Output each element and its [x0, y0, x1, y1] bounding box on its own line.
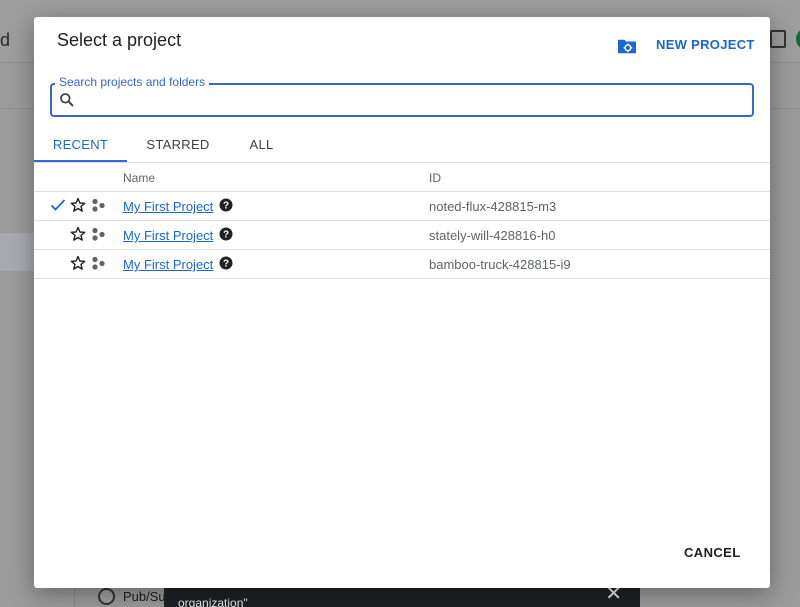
table-row[interactable]: My First Project ? noted-flux-428815-m3: [34, 192, 770, 221]
check-icon: [50, 199, 66, 211]
radio-icon: [98, 588, 115, 605]
project-type-icon: [92, 256, 105, 270]
project-name-link[interactable]: My First Project: [123, 199, 213, 214]
search-icon: [60, 93, 74, 107]
search-label: Search projects and folders: [55, 75, 210, 89]
dialog-title: Select a project: [57, 30, 182, 50]
background-sidebar-selected-item: [0, 233, 34, 271]
background-terminal-icon: [770, 30, 786, 48]
project-type-icon: [92, 198, 105, 212]
background-title-fragment: d: [0, 30, 11, 50]
svg-text:?: ?: [223, 230, 229, 241]
folder-gear-icon: [618, 39, 636, 54]
svg-text:?: ?: [223, 201, 229, 212]
star-outline-icon[interactable]: [70, 226, 86, 242]
project-type-icon: [92, 227, 105, 241]
screen: d Pub/Sub organization" ✕ Select a proje…: [0, 0, 800, 607]
table-row[interactable]: My First Project ? bamboo-truck-428815-i…: [34, 250, 770, 279]
search-input[interactable]: [82, 89, 746, 113]
snackbar-text: organization": [178, 596, 248, 607]
help-circle-icon[interactable]: ?: [219, 198, 233, 212]
new-project-label: NEW PROJECT: [656, 36, 755, 52]
cancel-button[interactable]: CANCEL: [684, 545, 741, 560]
tab-recent[interactable]: RECENT: [34, 128, 127, 162]
tab-starred[interactable]: STARRED: [127, 128, 229, 161]
project-id: noted-flux-428815-m3: [429, 199, 557, 214]
column-header-id: ID: [429, 171, 441, 185]
star-outline-icon[interactable]: [70, 255, 86, 271]
project-name-link[interactable]: My First Project: [123, 228, 213, 243]
project-id: stately-will-428816-h0: [429, 228, 556, 243]
table-row[interactable]: My First Project ? stately-will-428816-h…: [34, 221, 770, 250]
search-field[interactable]: Search projects and folders: [50, 75, 754, 117]
help-circle-icon[interactable]: ?: [219, 227, 233, 241]
tab-all[interactable]: ALL: [229, 128, 294, 161]
project-id: bamboo-truck-428815-i9: [429, 257, 571, 272]
table-header: Name ID: [34, 163, 770, 192]
project-name-link[interactable]: My First Project: [123, 257, 213, 272]
background-radio-option: Pub/Sub: [98, 588, 173, 605]
select-project-dialog: Select a project NEW PROJECT Search proj…: [34, 17, 770, 588]
star-outline-icon[interactable]: [70, 197, 86, 213]
column-header-name: Name: [123, 171, 156, 185]
tab-bar: RECENT STARRED ALL: [34, 128, 770, 163]
help-circle-icon[interactable]: ?: [219, 256, 233, 270]
new-project-button[interactable]: NEW PROJECT: [616, 33, 755, 55]
svg-text:?: ?: [223, 259, 229, 270]
